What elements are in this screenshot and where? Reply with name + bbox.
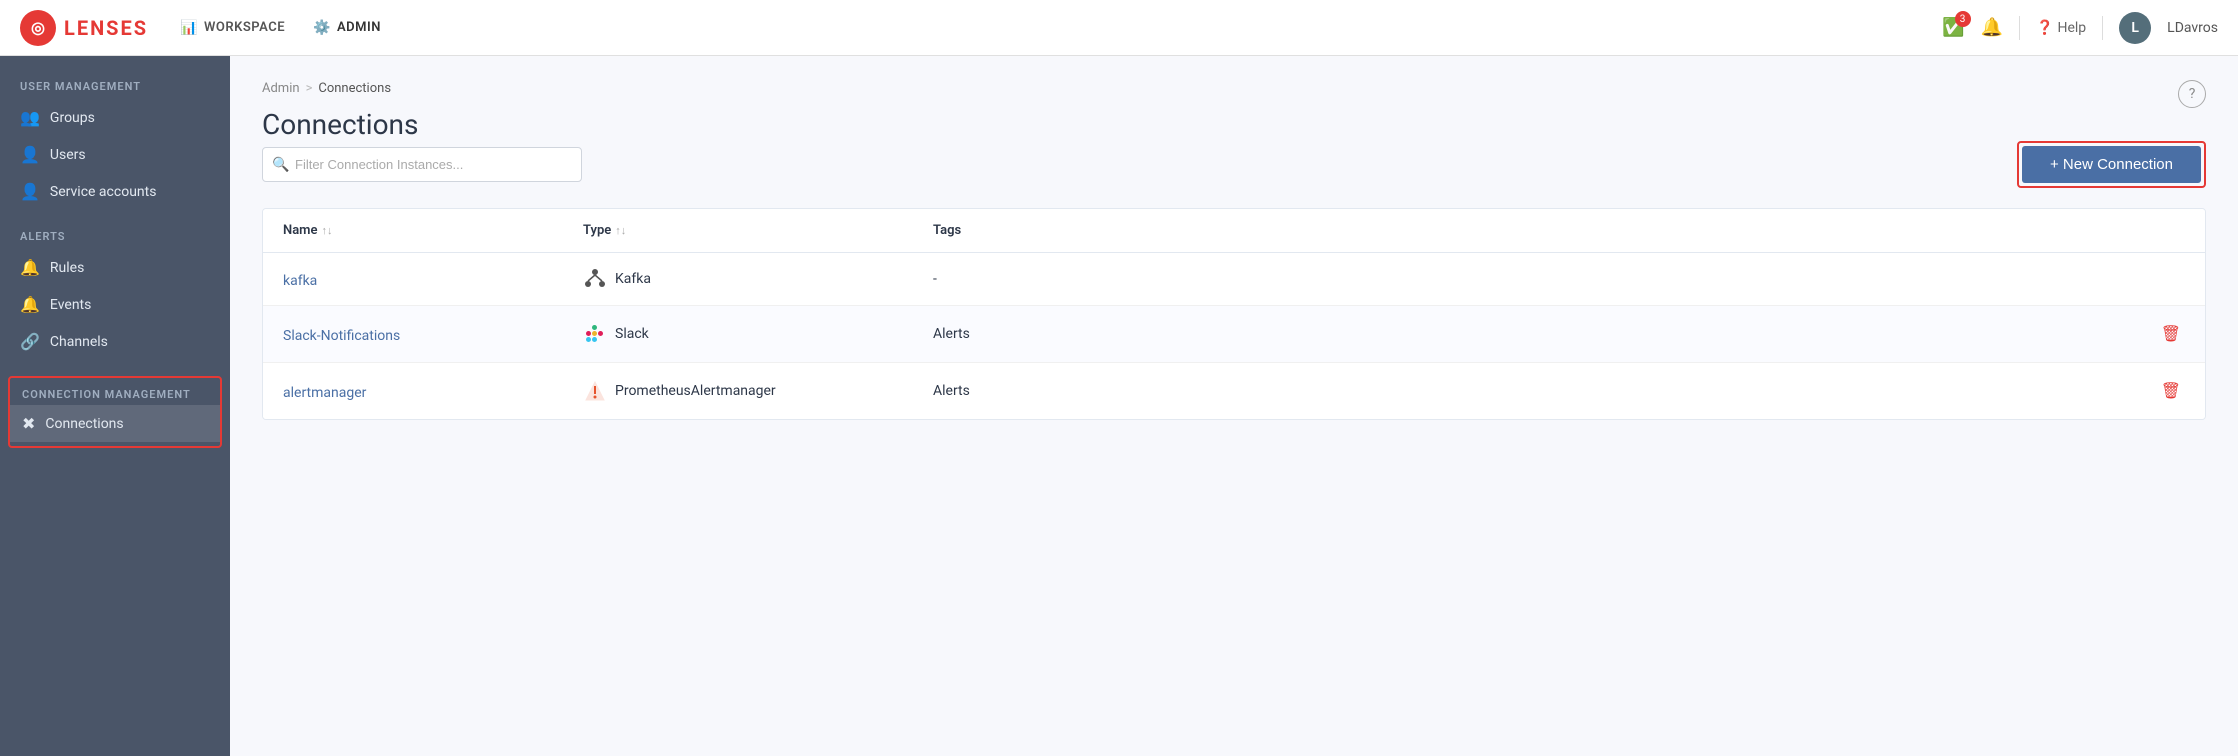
notification-badge: 3 xyxy=(1955,11,1971,27)
main-layout: USER MANAGEMENT 👥 Groups 👤 Users 👤 Servi… xyxy=(0,56,2238,756)
sidebar-item-connections[interactable]: ✖ Connections xyxy=(10,405,220,442)
sidebar: USER MANAGEMENT 👥 Groups 👤 Users 👤 Servi… xyxy=(0,56,230,756)
cell-tags-slack: Alerts xyxy=(933,326,2125,342)
cell-name-slack: Slack-Notifications xyxy=(283,325,583,344)
cell-type-alertmanager: PrometheusAlertmanager xyxy=(583,379,933,403)
channels-icon: 🔗 xyxy=(20,332,40,351)
prometheus-type-icon xyxy=(583,379,607,403)
alerts-button[interactable]: 🔔 xyxy=(1981,17,2003,38)
table-row: kafka Kafka - xyxy=(263,253,2205,306)
page-title: Connections xyxy=(262,108,2206,141)
sidebar-item-rules[interactable]: 🔔 Rules xyxy=(0,249,230,286)
sidebar-item-groups[interactable]: 👥 Groups xyxy=(0,99,230,136)
kafka-type-icon xyxy=(583,267,607,291)
breadcrumb: Admin > Connections xyxy=(262,81,391,96)
slack-type-icon xyxy=(583,322,607,346)
logo-area[interactable]: ◎ LENSES xyxy=(20,10,148,46)
sidebar-item-channels[interactable]: 🔗 Channels xyxy=(0,323,230,360)
connection-management-section: CONNECTION MANAGEMENT ✖ Connections xyxy=(8,376,222,448)
bell-icon: 🔔 xyxy=(1981,17,2003,38)
cell-name-alertmanager: alertmanager xyxy=(283,382,583,401)
nav-right: ✅ 3 🔔 ❓ Help L LDavros xyxy=(1942,12,2218,44)
workspace-icon: 📊 xyxy=(180,20,198,36)
breadcrumb-admin[interactable]: Admin xyxy=(262,81,300,96)
notifications-button[interactable]: ✅ 3 xyxy=(1942,17,1964,38)
sidebar-item-service-accounts[interactable]: 👤 Service accounts xyxy=(0,173,230,210)
col-header-name: Name ↑↓ xyxy=(283,223,583,238)
events-icon: 🔔 xyxy=(20,295,40,314)
filter-input-wrap: 🔍 xyxy=(262,147,582,182)
user-avatar[interactable]: L xyxy=(2119,12,2151,44)
rules-icon: 🔔 xyxy=(20,258,40,277)
table-row: alertmanager PrometheusAlertmanager Aler… xyxy=(263,363,2205,419)
sort-name-icon[interactable]: ↑↓ xyxy=(321,224,332,237)
delete-button-slack[interactable]: 🗑 xyxy=(2157,320,2185,348)
groups-icon: 👥 xyxy=(20,108,40,127)
table-row: Slack-Notifications Slack xyxy=(263,306,2205,363)
col-header-type: Type ↑↓ xyxy=(583,223,933,238)
connection-link-alertmanager[interactable]: alertmanager xyxy=(283,385,366,401)
connection-management-label: CONNECTION MANAGEMENT xyxy=(10,382,220,405)
delete-button-alertmanager[interactable]: 🗑 xyxy=(2157,377,2185,405)
cell-type-kafka: Kafka xyxy=(583,267,933,291)
nav-divider-2 xyxy=(2102,16,2103,40)
connections-table: Name ↑↓ Type ↑↓ Tags kafka xyxy=(262,208,2206,420)
help-circle-icon: ❓ xyxy=(2036,20,2053,36)
user-management-label: USER MANAGEMENT xyxy=(0,72,230,99)
alerts-section-label: ALERTS xyxy=(0,222,230,249)
page-help-button[interactable]: ? xyxy=(2178,80,2206,108)
filter-row: 🔍 + New Connection xyxy=(262,141,2206,188)
nav-links: 📊 WORKSPACE ⚙️ ADMIN xyxy=(180,20,381,36)
user-name[interactable]: LDavros xyxy=(2167,20,2218,36)
sidebar-item-users[interactable]: 👤 Users xyxy=(0,136,230,173)
sidebar-item-events[interactable]: 🔔 Events xyxy=(0,286,230,323)
breadcrumb-current: Connections xyxy=(318,81,391,96)
breadcrumb-separator: > xyxy=(306,81,313,96)
search-icon: 🔍 xyxy=(272,157,289,173)
cell-actions-slack: 🗑 xyxy=(2125,320,2185,348)
admin-icon: ⚙️ xyxy=(313,20,331,36)
user-icon: 👤 xyxy=(20,145,40,164)
filter-input[interactable] xyxy=(262,147,582,182)
help-link[interactable]: ❓ Help xyxy=(2036,20,2086,36)
table-header: Name ↑↓ Type ↑↓ Tags xyxy=(263,209,2205,253)
new-connection-btn-wrap: + New Connection xyxy=(2017,141,2206,188)
connection-link-kafka[interactable]: kafka xyxy=(283,273,317,289)
main-content: Admin > Connections ? Connections 🔍 + Ne… xyxy=(230,56,2238,756)
connection-link-slack[interactable]: Slack-Notifications xyxy=(283,328,400,344)
top-navigation: ◎ LENSES 📊 WORKSPACE ⚙️ ADMIN ✅ 3 🔔 ❓ He… xyxy=(0,0,2238,56)
cell-actions-alertmanager: 🗑 xyxy=(2125,377,2185,405)
connections-icon: ✖ xyxy=(22,414,35,433)
col-header-tags: Tags xyxy=(933,223,2125,238)
cell-type-slack: Slack xyxy=(583,322,933,346)
cell-name-kafka: kafka xyxy=(283,270,583,289)
sort-type-icon[interactable]: ↑↓ xyxy=(615,224,626,237)
col-header-actions xyxy=(2125,223,2185,238)
brand-name: LENSES xyxy=(64,16,148,40)
nav-divider xyxy=(2019,16,2020,40)
cell-tags-alertmanager: Alerts xyxy=(933,383,2125,399)
service-accounts-icon: 👤 xyxy=(20,182,40,201)
logo-icon: ◎ xyxy=(20,10,56,46)
nav-admin[interactable]: ⚙️ ADMIN xyxy=(313,20,381,36)
nav-workspace[interactable]: 📊 WORKSPACE xyxy=(180,20,285,36)
cell-tags-kafka: - xyxy=(933,271,2125,287)
new-connection-button[interactable]: + New Connection xyxy=(2022,146,2201,183)
